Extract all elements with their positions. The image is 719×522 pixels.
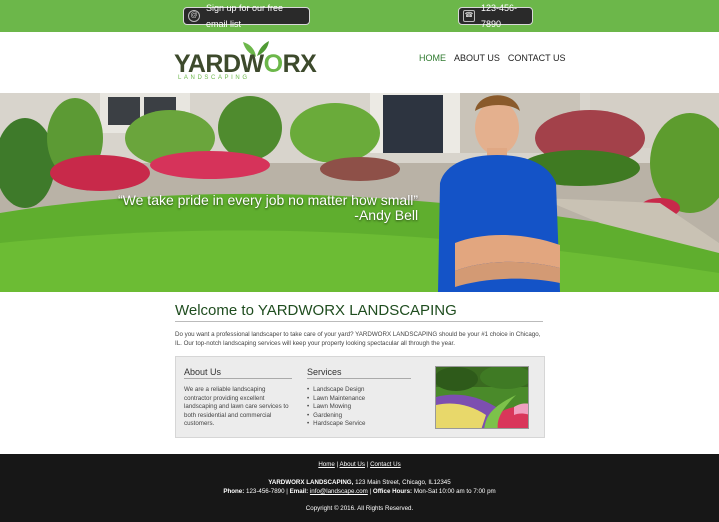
footer-address: YARDWORX LANDSCAPING, 123 Main Street, C…	[0, 479, 719, 486]
hero-quote-text: “We take pride in every job no matter ho…	[118, 192, 419, 208]
nav-about-us[interactable]: ABOUT US	[454, 53, 500, 63]
footer-contact: Phone: 123-456-7890 | Email: info@landsc…	[223, 488, 496, 495]
footer-copyright: Copyright © 2016. All Rights Reserved.	[305, 505, 414, 512]
email-signup-label: Sign up for our free email list	[206, 3, 284, 29]
footer-hours: Mon-Sat 10:00 am to 7:00 pm	[413, 488, 496, 495]
about-text: We are a reliable landscaping contractor…	[184, 386, 289, 428]
phone-label: 123-456-7890	[481, 3, 518, 29]
footer-link-home[interactable]: Home	[318, 461, 335, 468]
list-item: Gardening	[307, 412, 365, 421]
about-heading: About Us	[184, 367, 222, 377]
site-header: YARDWORX LANDSCAPING HOME ABOUT US CONTA…	[0, 32, 719, 93]
site-footer: Home | About Us | Contact Us YARDWORX LA…	[0, 454, 719, 522]
logo[interactable]: YARDWORX LANDSCAPING	[174, 40, 317, 84]
footer-address-text: 123 Main Street, Chicago, IL12345	[355, 479, 451, 486]
top-bar: @ Sign up for our free email list ☎ 123-…	[0, 0, 719, 32]
about-divider	[184, 378, 292, 379]
phone-icon: ☎	[463, 10, 475, 22]
footer-company: YARDWORX LANDSCAPING,	[268, 479, 354, 486]
phone-button[interactable]: ☎ 123-456-7890	[458, 3, 533, 29]
at-sign-icon: @	[188, 10, 200, 22]
footer-email-link[interactable]: info@landscape.com	[310, 488, 368, 495]
email-signup-button[interactable]: @ Sign up for our free email list	[183, 3, 310, 29]
list-item: Landscape Design	[307, 386, 365, 395]
hero-banner: “We take pride in every job no matter ho…	[0, 93, 719, 292]
list-item: Lawn Maintenance	[307, 395, 365, 404]
garden-image	[436, 367, 528, 428]
services-divider	[307, 378, 411, 379]
nav-contact-us[interactable]: CONTACT US	[508, 53, 566, 63]
page-title: Welcome to YARDWORX LANDSCAPING	[175, 302, 457, 319]
intro-paragraph: Do you want a professional landscaper to…	[175, 331, 541, 347]
hero-quote-author: -Andy Bell	[354, 207, 419, 223]
logo-tagline: LANDSCAPING	[178, 75, 250, 81]
hero-quote: “We take pride in every job no matter ho…	[118, 193, 418, 223]
title-divider	[175, 321, 543, 322]
main-nav: HOME ABOUT US CONTACT US	[419, 53, 566, 63]
services-list: Landscape Design Lawn Maintenance Lawn M…	[307, 386, 365, 429]
footer-link-contact-us[interactable]: Contact Us	[370, 461, 401, 468]
garden-thumbnail	[435, 366, 529, 429]
list-item: Hardscape Service	[307, 420, 365, 429]
footer-links: Home | About Us | Contact Us	[318, 461, 401, 468]
footer-phone: 123-456-7890	[246, 488, 285, 495]
services-heading: Services	[307, 367, 342, 377]
list-item: Lawn Mowing	[307, 403, 365, 412]
footer-link-about-us[interactable]: About Us	[340, 461, 365, 468]
info-panel: About Us We are a reliable landscaping c…	[175, 356, 545, 438]
nav-home[interactable]: HOME	[419, 53, 446, 63]
